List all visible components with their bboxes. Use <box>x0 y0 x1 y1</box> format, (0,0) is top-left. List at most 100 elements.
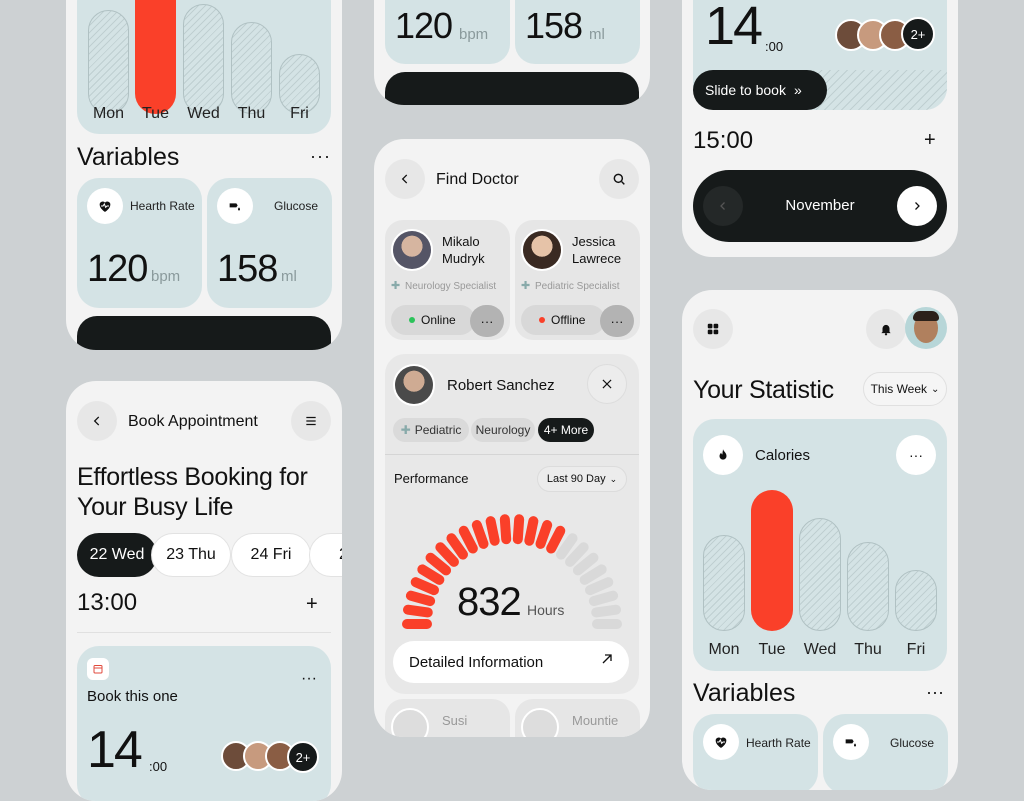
status-dot-icon <box>539 317 545 323</box>
double-chevron-icon: » <box>793 82 802 98</box>
calendar-icon <box>87 658 109 680</box>
date-chip-selected[interactable]: 22 Wed <box>77 533 157 577</box>
variables-title: Variables <box>693 679 796 707</box>
doctor-card[interactable]: Mountie <box>515 699 640 737</box>
bottom-dark-bar[interactable] <box>385 72 639 105</box>
date-chip[interactable]: 24 Fri <box>231 533 311 577</box>
calories-card: Calories ··· Mon Tue Wed Thu Fri <box>693 419 947 671</box>
doctor-first-name: Jessica <box>572 234 616 249</box>
heart-rate-label: Hearth Rate <box>130 199 195 213</box>
doctor-card[interactable]: Mikalo Mudryk ✚ Neurology Specialist Onl… <box>385 220 510 340</box>
hour-value: 14 <box>705 0 763 56</box>
tag-chip[interactable]: Neurology <box>471 418 535 442</box>
glucose-card[interactable]: Glucose <box>823 714 948 790</box>
month-selector: November <box>693 170 947 242</box>
heart-rate-card[interactable]: Hearth Rate 120 bpm <box>77 178 202 308</box>
more-icon[interactable]: ··· <box>896 435 936 475</box>
doctor-card[interactable]: Susi <box>385 699 510 737</box>
doctor-last-name: Mudryk <box>442 251 485 266</box>
book-card[interactable]: Book this one ··· 14 :00 2+ <box>77 646 331 801</box>
grid-icon[interactable] <box>693 309 733 349</box>
avatar <box>521 708 559 737</box>
bottom-dark-bar[interactable] <box>77 316 331 350</box>
search-icon[interactable] <box>599 159 639 199</box>
close-icon[interactable] <box>587 364 627 404</box>
heart-icon <box>87 188 123 224</box>
more-icon[interactable]: ··· <box>310 146 331 167</box>
bar-tue <box>135 0 176 114</box>
avatar[interactable] <box>905 307 947 349</box>
gauge-segment <box>499 513 512 545</box>
date-chip[interactable]: 2 <box>309 533 342 577</box>
headline-line-2: Your Busy Life <box>77 493 234 521</box>
bar-mon <box>703 535 745 631</box>
heart-icon <box>703 724 739 760</box>
tag-chip[interactable]: ✚ Pediatric <box>393 418 469 442</box>
day-label: Mon <box>708 641 740 658</box>
day-label: Wed <box>187 105 220 122</box>
time-card: 14 :00 2+ Slide to book » <box>693 0 947 110</box>
page-title: Book Appointment <box>128 413 258 430</box>
heart-rate-value: 120 <box>87 248 148 290</box>
gauge-segment <box>590 604 622 619</box>
day-label: Thu <box>854 641 882 658</box>
day-label: Tue <box>758 641 786 658</box>
doctor-detail-panel: Robert Sanchez ✚ Pediatric Neurology 4+ M… <box>385 354 639 694</box>
more-icon[interactable]: ··· <box>301 670 317 688</box>
detail-button[interactable]: Detailed Information <box>393 641 629 683</box>
chevron-down-icon: ⌄ <box>931 383 940 395</box>
glucose-unit: ml <box>589 26 605 43</box>
variables-title: Variables <box>77 143 180 171</box>
date-chip[interactable]: 23 Thu <box>151 533 231 577</box>
tag-label: Pediatric <box>414 423 462 437</box>
more-icon[interactable]: ··· <box>926 682 944 703</box>
more-avatars-count: 2+ <box>910 26 926 42</box>
chevron-right-icon[interactable] <box>897 186 937 226</box>
heart-rate-card[interactable]: 120 bpm <box>385 0 510 64</box>
glucose-card[interactable]: Glucose 158 ml <box>207 178 332 308</box>
back-icon[interactable] <box>385 159 425 199</box>
calories-label: Calories <box>755 447 811 464</box>
bar-wed <box>799 518 841 631</box>
slide-to-book-button[interactable]: Slide to book » <box>693 70 827 110</box>
doctor-first-name: Mountie <box>572 713 619 728</box>
phone-book-appointment: Book Appointment Effortless Booking for … <box>66 381 342 801</box>
plus-icon[interactable]: + <box>306 593 318 616</box>
more-avatars-badge[interactable]: 2+ <box>901 17 935 51</box>
phone-schedule: 14 :00 2+ Slide to book » 15:00 + Novemb… <box>682 0 958 257</box>
more-avatars-badge[interactable]: 2+ <box>287 741 319 773</box>
status-pill: Online <box>391 305 475 335</box>
doctor-card[interactable]: Jessica Lawrece ✚ Pediatric Specialist O… <box>515 220 640 340</box>
more-button[interactable]: ··· <box>470 305 504 337</box>
back-icon[interactable] <box>77 401 117 441</box>
heart-rate-card[interactable]: Hearth Rate <box>693 714 818 790</box>
bar-mon <box>88 10 129 114</box>
heart-rate-label: Hearth Rate <box>746 736 811 750</box>
glucose-card[interactable]: 158 ml <box>515 0 640 64</box>
glucose-label: Glucose <box>274 199 319 213</box>
day-label: Wed <box>803 641 837 658</box>
minute-value: :00 <box>765 39 784 54</box>
status-label: Online <box>421 313 456 327</box>
range-dropdown[interactable]: This Week ⌄ <box>863 372 947 406</box>
plus-icon[interactable]: + <box>924 129 936 152</box>
book-card-min: :00 <box>149 759 168 774</box>
bar-thu <box>231 22 272 114</box>
menu-icon[interactable] <box>291 401 331 441</box>
more-button[interactable]: ··· <box>600 305 634 337</box>
avatar <box>393 364 435 406</box>
heart-rate-value: 120 <box>395 5 453 46</box>
status-dot-icon <box>409 317 415 323</box>
chevron-down-icon: ⌄ <box>609 473 618 484</box>
arrow-up-right-icon <box>599 651 615 671</box>
day-label: Fri <box>290 105 309 122</box>
tag-label: Neurology <box>475 423 531 437</box>
tag-chip-more[interactable]: 4+ More <box>538 418 594 442</box>
glucose-unit: ml <box>281 268 297 285</box>
detail-label: Detailed Information <box>409 653 544 671</box>
day-label: Tue <box>142 105 169 122</box>
range-dropdown[interactable]: Last 90 Day ⌄ <box>537 466 627 492</box>
plus-icon: ✚ <box>391 280 401 292</box>
bell-icon[interactable] <box>866 309 906 349</box>
gauge-segment <box>402 619 432 629</box>
